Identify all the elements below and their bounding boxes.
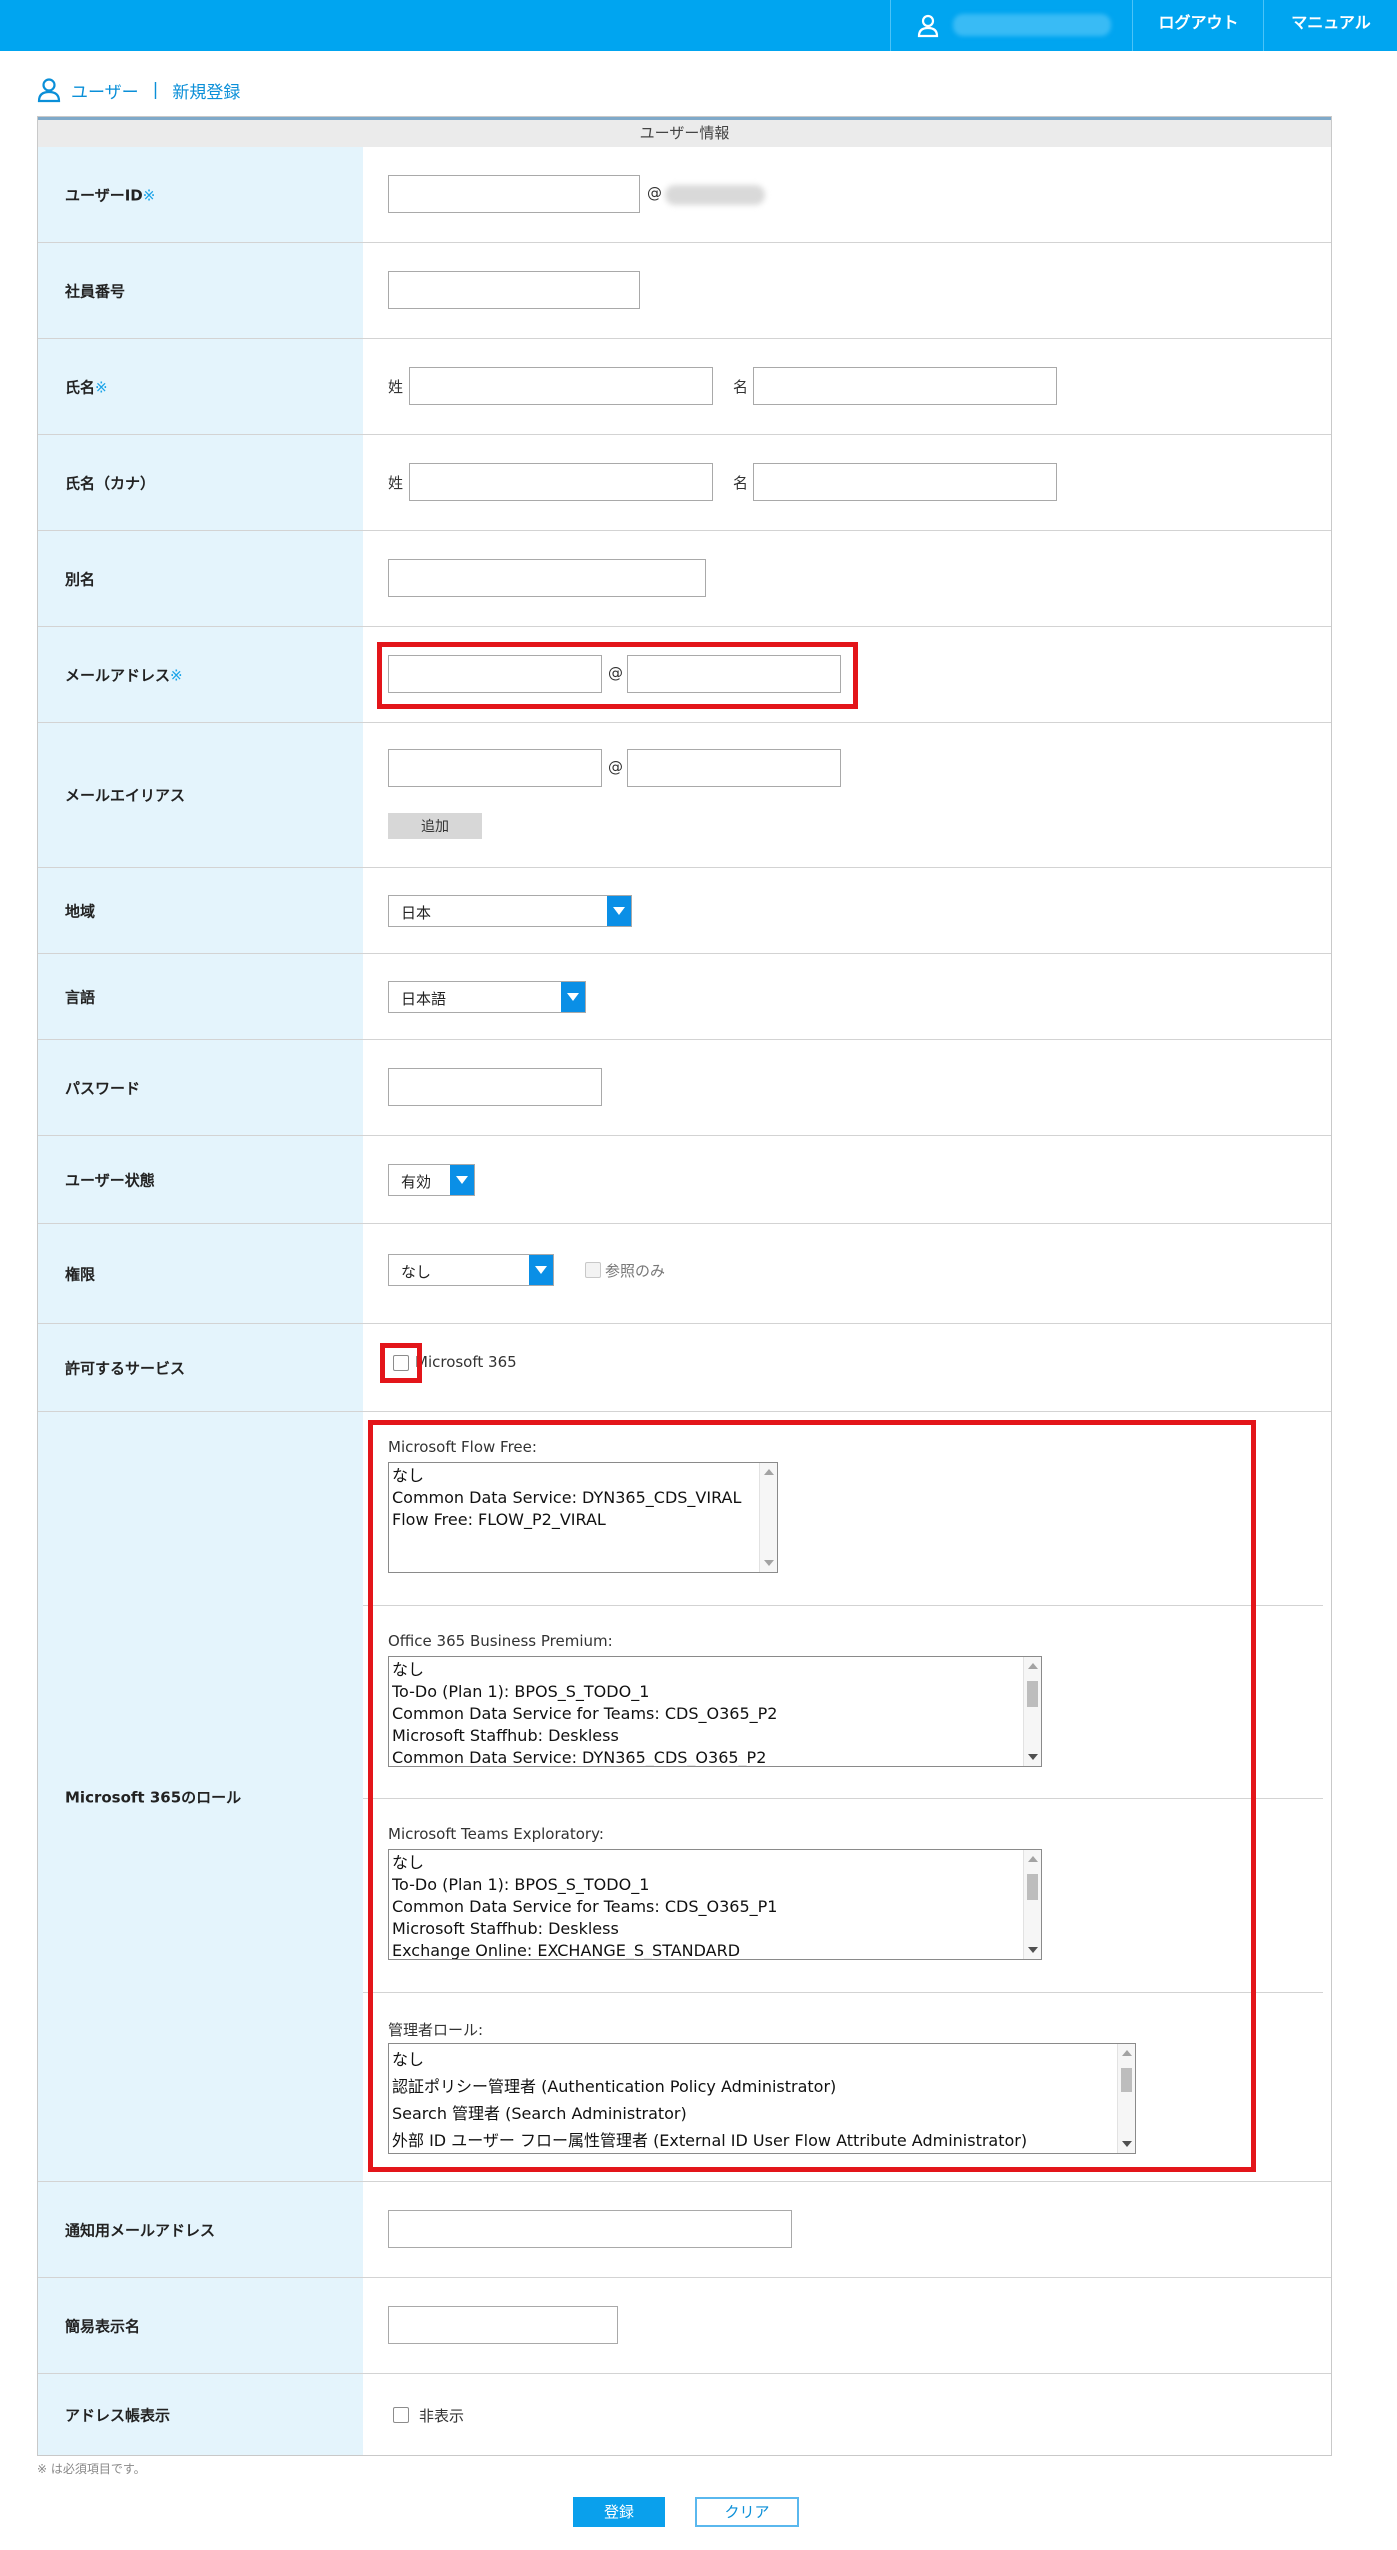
region-label: 地域	[65, 902, 96, 920]
row-name: 氏名※ 姓 名	[38, 339, 1331, 435]
row-email: メールアドレス※ @	[38, 627, 1331, 723]
password-input[interactable]	[388, 1068, 602, 1106]
user-status-label: ユーザー状態	[65, 1171, 155, 1189]
language-label: 言語	[65, 988, 96, 1006]
notify-email-label: 通知用メールアドレス	[65, 2221, 216, 2239]
dropdown-arrow-icon	[450, 1165, 474, 1195]
email-alias-label: メールエイリアス	[65, 786, 186, 805]
row-region: 地域 日本	[38, 868, 1331, 954]
alias-input[interactable]	[388, 559, 706, 597]
user-id-input[interactable]	[388, 175, 640, 213]
password-label: パスワード	[65, 1079, 141, 1097]
roles-label: Microsoft 365のロール	[65, 1788, 242, 1806]
user-info-table: ユーザー情報 ユーザーID※ @ 社員番号 氏名※ 姓 名 氏名（カナ） 姓 名	[37, 116, 1332, 2456]
highlight-email	[377, 642, 858, 709]
manual-button[interactable]: マニュアル	[1263, 0, 1397, 51]
last-name-input[interactable]	[409, 367, 713, 405]
add-alias-button[interactable]: 追加	[388, 813, 482, 839]
breadcrumb-section[interactable]: ユーザー	[71, 78, 139, 103]
last-name-kana-label: 姓	[388, 474, 404, 492]
row-language: 言語 日本語	[38, 954, 1331, 1040]
row-name-kana: 氏名（カナ） 姓 名	[38, 435, 1331, 531]
user-icon	[37, 78, 61, 103]
required-footnote: ※ は必須項目です。	[37, 2462, 146, 2476]
dropdown-arrow-icon	[529, 1255, 553, 1285]
employee-no-input[interactable]	[388, 271, 640, 309]
domain-redacted	[665, 185, 765, 205]
first-name-kana-input[interactable]	[753, 463, 1057, 501]
user-icon	[917, 14, 939, 38]
readonly-label: 参照のみ	[605, 1262, 666, 1280]
alias-label: 別名	[65, 570, 96, 588]
display-name-label: 簡易表示名	[65, 2317, 141, 2335]
logout-button[interactable]: ログアウト	[1132, 0, 1264, 51]
row-email-alias: メールエイリアス @ 追加	[38, 723, 1331, 868]
row-permission: 権限 なし 参照のみ	[38, 1224, 1331, 1324]
highlight-roles	[368, 1420, 1256, 2172]
region-select[interactable]: 日本	[388, 895, 632, 927]
user-status-select[interactable]: 有効	[388, 1164, 475, 1196]
permission-select[interactable]: なし	[388, 1254, 554, 1286]
user-menu[interactable]	[890, 0, 1133, 51]
first-name-input[interactable]	[753, 367, 1057, 405]
clear-button[interactable]: クリア	[695, 2497, 799, 2527]
display-name-input[interactable]	[388, 2306, 618, 2344]
row-password: パスワード	[38, 1040, 1331, 1136]
last-name-label: 姓	[388, 378, 404, 396]
row-employee-no: 社員番号	[38, 243, 1331, 339]
dropdown-arrow-icon	[607, 896, 631, 926]
user-id-label: ユーザーID※	[65, 186, 156, 204]
name-kana-label: 氏名（カナ）	[65, 474, 156, 492]
row-services: 許可するサービス Microsoft 365	[38, 1324, 1331, 1412]
address-book-label: アドレス帳表示	[65, 2406, 171, 2424]
row-user-status: ユーザー状態 有効	[38, 1136, 1331, 1224]
language-select[interactable]: 日本語	[388, 981, 586, 1013]
email-alias-domain-input[interactable]	[627, 749, 841, 787]
row-user-id: ユーザーID※ @	[38, 147, 1331, 243]
hide-address-book-label: 非表示	[419, 2407, 465, 2425]
row-notify-email: 通知用メールアドレス	[38, 2182, 1331, 2278]
last-name-kana-input[interactable]	[409, 463, 713, 501]
breadcrumb-page: 新規登録	[172, 82, 241, 103]
first-name-kana-label: 名	[733, 474, 749, 492]
register-button[interactable]: 登録	[573, 2497, 665, 2527]
employee-no-label: 社員番号	[65, 282, 126, 300]
highlight-service-checkbox	[380, 1343, 422, 1383]
notify-email-input[interactable]	[388, 2210, 792, 2248]
dropdown-arrow-icon	[561, 982, 585, 1012]
top-bar: ログアウト マニュアル	[0, 0, 1397, 51]
hide-address-book-checkbox[interactable]	[393, 2407, 409, 2423]
services-label: 許可するサービス	[65, 1359, 186, 1377]
row-display-name: 簡易表示名	[38, 2278, 1331, 2374]
table-title: ユーザー情報	[38, 117, 1331, 147]
microsoft365-label: Microsoft 365	[415, 1353, 517, 1371]
email-alias-at: @	[608, 758, 623, 776]
email-label: メールアドレス※	[65, 666, 183, 684]
row-alias: 別名	[38, 531, 1331, 627]
breadcrumb: ユーザー | 新規登録	[37, 76, 240, 104]
row-roles: Microsoft 365のロール Microsoft Flow Free: な…	[38, 1412, 1331, 2182]
first-name-label: 名	[733, 378, 749, 396]
permission-label: 権限	[65, 1265, 96, 1283]
readonly-checkbox[interactable]	[585, 1262, 601, 1278]
breadcrumb-separator: |	[152, 80, 159, 100]
name-label: 氏名※	[65, 378, 108, 396]
row-address-book: アドレス帳表示 非表示	[38, 2374, 1331, 2455]
user-id-at: @	[647, 184, 662, 202]
email-alias-local-input[interactable]	[388, 749, 602, 787]
user-name-redacted	[953, 14, 1111, 36]
